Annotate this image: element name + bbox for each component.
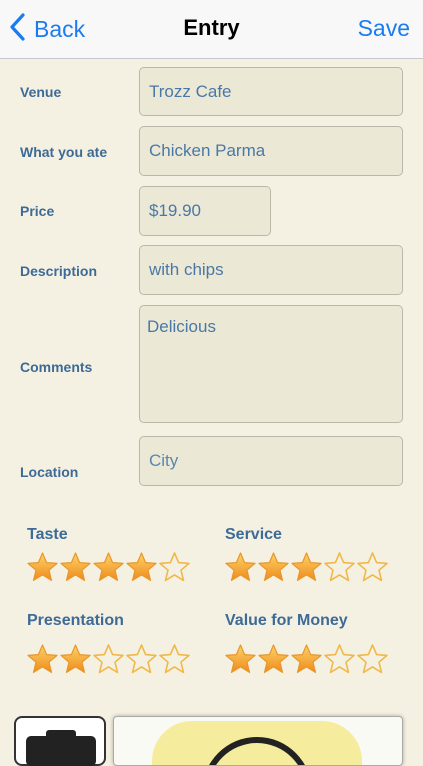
star-empty-icon[interactable] [356,643,389,676]
camera-icon-body [26,736,96,766]
location-label: Location [20,464,79,480]
value-for-money-rating-label: Value for Money [225,612,348,629]
star-filled-icon[interactable] [290,551,323,584]
navigation-bar: Back Entry Save [0,0,423,59]
service-rating-stars[interactable] [224,551,389,584]
food-photo[interactable] [113,716,403,766]
presentation-rating-stars[interactable] [26,643,191,676]
comments-field[interactable]: Delicious [139,305,403,423]
value-for-money-rating-stars[interactable] [224,643,389,676]
star-empty-icon[interactable] [323,643,356,676]
star-filled-icon[interactable] [224,551,257,584]
star-empty-icon[interactable] [158,551,191,584]
price-field[interactable]: $19.90 [139,186,271,236]
star-filled-icon[interactable] [257,643,290,676]
price-label: Price [20,203,55,219]
save-button[interactable]: Save [358,15,410,42]
what-you-ate-field[interactable]: Chicken Parma [139,126,403,176]
star-filled-icon[interactable] [92,551,125,584]
star-filled-icon[interactable] [257,551,290,584]
star-filled-icon[interactable] [26,551,59,584]
taste-rating-label: Taste [27,526,68,543]
description-label: Description [20,263,98,279]
star-empty-icon[interactable] [158,643,191,676]
star-empty-icon[interactable] [125,643,158,676]
presentation-rating-label: Presentation [27,612,124,629]
taste-rating-stars[interactable] [26,551,191,584]
star-filled-icon[interactable] [26,643,59,676]
venue-label: Venue [20,84,62,100]
location-field[interactable]: City [139,436,403,486]
comments-label: Comments [20,359,93,375]
camera-button[interactable] [14,716,106,766]
star-filled-icon[interactable] [59,551,92,584]
star-empty-icon[interactable] [323,551,356,584]
venue-field[interactable]: Trozz Cafe [139,67,403,116]
service-rating-label: Service [225,526,282,543]
star-filled-icon[interactable] [290,643,323,676]
star-filled-icon[interactable] [125,551,158,584]
star-filled-icon[interactable] [224,643,257,676]
star-filled-icon[interactable] [59,643,92,676]
star-empty-icon[interactable] [92,643,125,676]
star-empty-icon[interactable] [356,551,389,584]
description-field[interactable]: with chips [139,245,403,295]
what-you-ate-label: What you ate [20,144,108,160]
